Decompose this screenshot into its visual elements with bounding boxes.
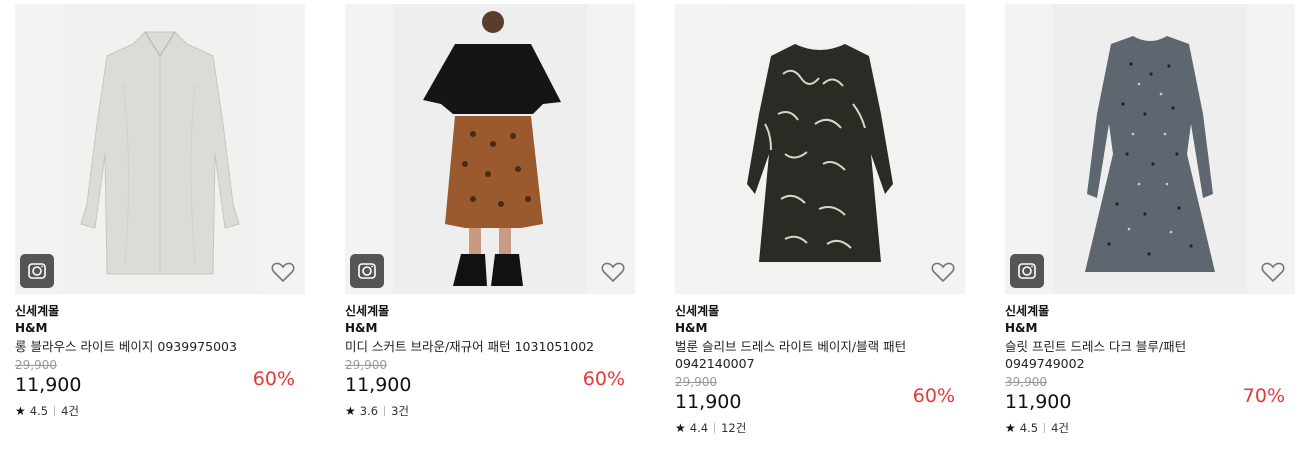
divider <box>1044 423 1046 433</box>
discount-rate: 60% <box>582 368 625 390</box>
store-name: 신세계몰 <box>675 304 720 318</box>
rating-row: ★ 4.5 4건 <box>15 403 305 419</box>
heart-icon[interactable] <box>929 258 957 286</box>
rating-value: 4.5 <box>1019 421 1039 435</box>
divider <box>714 423 716 433</box>
star-icon: ★ <box>15 404 26 418</box>
sale-price: 11,900 <box>345 374 412 396</box>
store-name: 신세계몰 <box>15 304 60 318</box>
heart-icon[interactable] <box>1259 258 1287 286</box>
store-name: 신세계몰 <box>1005 304 1050 318</box>
camera-icon[interactable] <box>1010 254 1044 288</box>
store-name: 신세계몰 <box>345 304 390 318</box>
rating-row: ★ 4.5 4건 <box>1005 420 1295 436</box>
rating-value: 4.5 <box>29 404 49 418</box>
product-card[interactable]: 신세계몰 H&M 슬릿 프린트 드레스 다크 블루/패턴 0949749002 … <box>1005 4 1295 436</box>
product-image-blouse[interactable] <box>63 4 257 294</box>
divider <box>54 406 56 416</box>
product-thumbnail[interactable] <box>1005 4 1295 294</box>
brand-name: H&M <box>675 321 708 335</box>
review-count: 4건 <box>1051 421 1069 435</box>
discount-rate: 70% <box>1242 385 1285 407</box>
rating-row: ★ 4.4 12건 <box>675 420 965 436</box>
heart-icon[interactable] <box>269 258 297 286</box>
product-name[interactable]: 벌룬 슬리브 드레스 라이트 베이지/블랙 패턴 0942140007 <box>675 338 935 372</box>
divider <box>384 406 386 416</box>
product-thumbnail[interactable] <box>15 4 305 294</box>
discount-rate: 60% <box>912 385 955 407</box>
product-thumbnail[interactable] <box>675 4 965 294</box>
sale-price: 11,900 <box>1005 391 1072 413</box>
rating-value: 4.4 <box>689 421 709 435</box>
heart-icon[interactable] <box>599 258 627 286</box>
rating-row: ★ 3.6 3건 <box>345 403 635 419</box>
discount-rate: 60% <box>252 368 295 390</box>
camera-icon[interactable] <box>350 254 384 288</box>
product-name[interactable]: 슬릿 프린트 드레스 다크 블루/패턴 0949749002 <box>1005 338 1265 372</box>
star-icon: ★ <box>675 421 686 435</box>
sale-price: 11,900 <box>675 391 742 413</box>
review-count: 4건 <box>61 404 79 418</box>
product-card[interactable]: 신세계몰 H&M 벌룬 슬리브 드레스 라이트 베이지/블랙 패턴 094214… <box>675 4 965 436</box>
product-name[interactable]: 미디 스커트 브라운/재규어 패턴 1031051002 <box>345 338 605 355</box>
rating-value: 3.6 <box>359 404 379 418</box>
star-icon: ★ <box>345 404 356 418</box>
review-count: 12건 <box>721 421 747 435</box>
camera-icon[interactable] <box>20 254 54 288</box>
brand-name: H&M <box>345 321 378 335</box>
product-image-dress[interactable] <box>1053 4 1247 294</box>
product-name[interactable]: 롱 블라우스 라이트 베이지 0939975003 <box>15 338 275 355</box>
review-count: 3건 <box>391 404 409 418</box>
sale-price: 11,900 <box>15 374 82 396</box>
brand-name: H&M <box>15 321 48 335</box>
product-card[interactable]: 신세계몰 H&M 롱 블라우스 라이트 베이지 0939975003 29,90… <box>15 4 305 419</box>
product-card[interactable]: 신세계몰 H&M 미디 스커트 브라운/재규어 패턴 1031051002 29… <box>345 4 635 419</box>
brand-name: H&M <box>1005 321 1038 335</box>
star-icon: ★ <box>1005 421 1016 435</box>
product-thumbnail[interactable] <box>345 4 635 294</box>
product-image-dress[interactable] <box>723 4 917 294</box>
product-image-skirt[interactable] <box>393 4 587 294</box>
